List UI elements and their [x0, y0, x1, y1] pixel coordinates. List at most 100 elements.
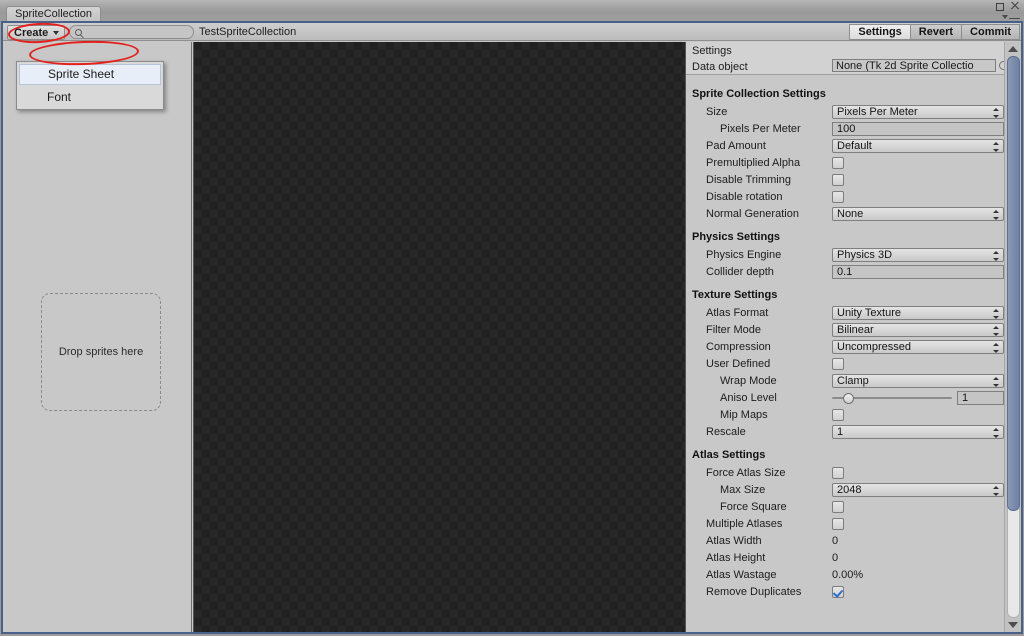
section-title: Texture Settings: [692, 289, 778, 301]
checkbox-mip-maps[interactable]: [832, 409, 844, 421]
setting-label: Filter Mode: [706, 324, 762, 336]
dropdown-rescale[interactable]: 1: [832, 425, 1004, 439]
sprite-list-panel: Drop sprites here: [3, 42, 192, 632]
input-aniso-level-value[interactable]: 1: [957, 391, 1004, 405]
setting-control: Pixels Per Meter: [832, 105, 1004, 119]
checkbox-disable-trimming[interactable]: [832, 174, 844, 186]
section-title: Atlas Settings: [692, 449, 766, 461]
setting-control: [832, 408, 844, 421]
input-pixels-per-meter[interactable]: 100: [832, 122, 1004, 136]
window-titlebar: [0, 0, 1024, 14]
settings-row: Atlas Format Unity Texture: [686, 305, 1004, 322]
dropdown-wrap-mode[interactable]: Clamp: [832, 374, 1004, 388]
dropdown-physics-engine[interactable]: Physics 3D: [832, 248, 1004, 262]
commit-button[interactable]: Commit: [962, 24, 1020, 40]
data-object-label: Data object: [692, 61, 748, 73]
setting-label: User Defined: [706, 358, 771, 370]
checkbox-multiple-atlases[interactable]: [832, 518, 844, 530]
atlas-preview-canvas[interactable]: [193, 42, 686, 632]
setting-control: [832, 156, 844, 169]
menu-item-sprite-sheet[interactable]: Sprite Sheet: [19, 64, 161, 85]
settings-row: SizePixels Per Meter⚙: [686, 104, 1021, 121]
section-title: Physics Settings: [692, 231, 781, 243]
settings-row: Compression Uncompressed: [686, 339, 1004, 356]
setting-label: Physics Engine: [706, 249, 782, 261]
dropdown-max-size[interactable]: 2048: [832, 483, 1004, 497]
dropdown-value: Pixels Per Meter: [837, 106, 918, 118]
revert-button[interactable]: Revert: [910, 24, 963, 40]
setting-label: Premultiplied Alpha: [706, 157, 801, 169]
scrollbar-thumb[interactable]: [1007, 56, 1020, 511]
dropdown-size[interactable]: Pixels Per Meter: [832, 105, 1004, 119]
setting-control: [832, 500, 844, 513]
updown-arrows-icon: [993, 342, 999, 353]
settings-row: Normal Generation None: [686, 206, 1004, 223]
slider-aniso-level[interactable]: [832, 391, 952, 405]
dropdown-atlas-format[interactable]: Unity Texture: [832, 306, 1004, 320]
inspector-body: Sprite Collection Settings Size Pixels Per…: [686, 76, 1021, 632]
menu-item-font[interactable]: Font: [19, 87, 161, 108]
dropdown-value: 2048: [837, 484, 862, 496]
value-atlas-wastage: 0.00%: [832, 569, 864, 581]
settings-row: Pad Amount Default: [686, 138, 1004, 155]
updown-arrows-icon: [993, 376, 999, 387]
checkbox-disable-rotation[interactable]: [832, 191, 844, 203]
chevron-down-icon: [1002, 15, 1008, 19]
setting-label: Atlas Format: [706, 307, 769, 319]
slider-knob[interactable]: [843, 393, 854, 404]
dropdown-pad-amount[interactable]: Default: [832, 139, 1004, 153]
settings-row: Force Atlas Size: [686, 465, 1003, 482]
close-icon[interactable]: [1010, 1, 1020, 11]
create-dropdown-menu: Sprite Sheet Font: [16, 61, 164, 110]
setting-control: Physics 3D: [832, 248, 1004, 262]
dropdown-value: Clamp: [837, 375, 869, 387]
setting-label: Mip Maps: [720, 409, 768, 421]
settings-row: Filter Mode Bilinear: [686, 322, 1004, 339]
input-collider-depth[interactable]: 0.1: [832, 265, 1004, 279]
settings-row: Wrap Mode Clamp: [686, 373, 1004, 390]
updown-arrows-icon: [993, 427, 999, 438]
setting-label: Remove Duplicates: [706, 586, 802, 598]
setting-control: 100: [832, 122, 1004, 136]
setting-control: [832, 173, 844, 186]
setting-control: Clamp: [832, 374, 1004, 388]
scroll-down-arrow-icon[interactable]: [1008, 622, 1018, 628]
updown-arrows-icon: [993, 107, 999, 118]
inspector-scrollbar[interactable]: [1004, 42, 1021, 632]
checkbox-premultiplied-alpha[interactable]: [832, 157, 844, 169]
dropdown-normal-generation[interactable]: None: [832, 207, 1004, 221]
unity-sprite-collection-editor: SpriteCollection Create TestSpriteCollec…: [0, 0, 1024, 636]
setting-label: Multiple Atlases: [706, 518, 783, 530]
create-button[interactable]: Create: [7, 25, 66, 40]
data-object-field[interactable]: None (Tk 2d Sprite Collectio: [832, 59, 996, 72]
setting-label: Disable Trimming: [706, 174, 791, 186]
settings-button[interactable]: Settings: [849, 24, 911, 40]
checkbox-force-atlas-size[interactable]: [832, 467, 844, 479]
setting-label: Pad Amount: [706, 140, 766, 152]
document-title: TestSpriteCollection: [199, 26, 297, 38]
chevron-down-icon: [53, 31, 60, 35]
settings-row: Mip Maps: [686, 407, 1003, 424]
dropdown-filter-mode[interactable]: Bilinear: [832, 323, 1004, 337]
sprite-dropzone[interactable]: Drop sprites here: [41, 293, 161, 411]
maximize-icon[interactable]: [994, 1, 1004, 11]
setting-control: 0.1: [832, 265, 1004, 279]
search-input[interactable]: [69, 25, 194, 39]
value-atlas-width: 0: [832, 535, 839, 547]
setting-control: 1: [832, 391, 1004, 405]
setting-control: [832, 517, 844, 530]
checkbox-user-defined[interactable]: [832, 358, 844, 370]
settings-row: Disable Trimming: [686, 172, 1003, 189]
settings-row: User Defined: [686, 356, 1003, 373]
checkbox-force-square[interactable]: [832, 501, 844, 513]
checkbox-remove-duplicates[interactable]: [832, 586, 844, 598]
dropdown-compression[interactable]: Uncompressed: [832, 340, 1004, 354]
setting-control: Bilinear: [832, 323, 1004, 337]
setting-control: Default: [832, 139, 1004, 153]
scroll-up-arrow-icon[interactable]: [1008, 46, 1018, 52]
settings-row: Atlas Width 0: [686, 533, 1003, 550]
dropzone-label: Drop sprites here: [58, 346, 144, 358]
toolbar-actions: Settings Revert Commit: [849, 24, 1020, 40]
settings-row: Remove Duplicates: [686, 584, 1003, 601]
tab-sprite-collection[interactable]: SpriteCollection: [6, 6, 102, 22]
